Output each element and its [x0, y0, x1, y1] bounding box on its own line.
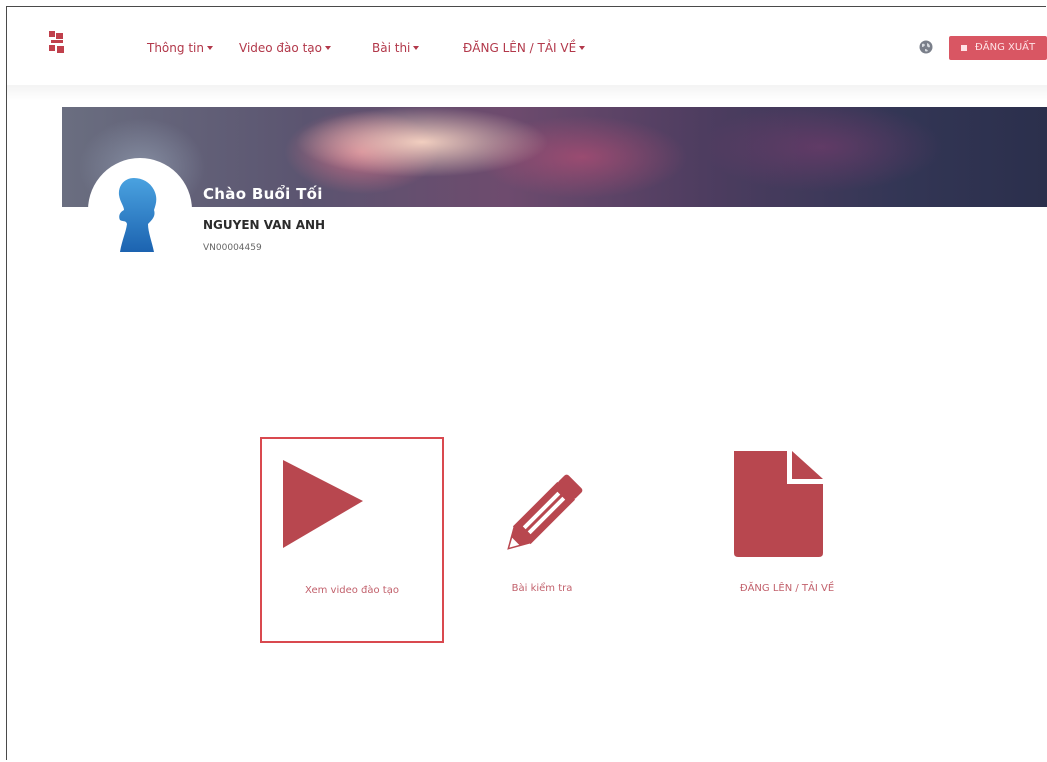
caret-down-icon — [579, 46, 586, 50]
tile-quiz[interactable]: Bài kiểm tra — [450, 437, 634, 643]
tile-upload-download[interactable]: ĐĂNG LÊN / TẢI VỀ — [695, 437, 879, 643]
globe-icon[interactable] — [919, 40, 933, 54]
user-id: VN00004459 — [203, 243, 262, 253]
tile-watch-training-video[interactable]: Xem video đào tạo — [260, 437, 444, 643]
nav-item-thong-tin[interactable]: Thông tin — [147, 41, 213, 55]
navbar-shadow — [7, 85, 1047, 101]
greeting-text: Chào Buổi Tối — [203, 185, 323, 203]
nav-item-label: Bài thi — [372, 41, 411, 55]
top-navbar: Thông tin Video đào tạo Bài thi ĐĂNG LÊN… — [7, 7, 1047, 85]
nav-item-bai-thi[interactable]: Bài thi — [372, 41, 420, 55]
avatar[interactable] — [90, 160, 190, 260]
user-name: NGUYEN VAN ANH — [203, 218, 326, 232]
logo-icon[interactable] — [49, 31, 65, 55]
tile-label: Xem video đào tạo — [305, 585, 399, 596]
caret-down-icon — [206, 46, 213, 50]
pencil-icon — [507, 474, 583, 550]
nav-item-dang-len-tai-ve[interactable]: ĐĂNG LÊN / TẢI VỀ — [463, 41, 586, 55]
play-icon — [283, 460, 363, 548]
caret-down-icon — [413, 46, 420, 50]
logout-label: ĐĂNG XUẤT — [975, 42, 1036, 53]
tile-label: Bài kiểm tra — [511, 583, 573, 594]
nav-item-label: Thông tin — [147, 41, 204, 55]
logout-button[interactable]: ĐĂNG XUẤT — [949, 36, 1047, 60]
app-frame: Thông tin Video đào tạo Bài thi ĐĂNG LÊN… — [6, 6, 1047, 760]
caret-down-icon — [324, 46, 331, 50]
user-silhouette-icon — [118, 178, 157, 252]
nav-item-label: Video đào tạo — [239, 41, 322, 55]
tile-label: ĐĂNG LÊN / TẢI VỀ — [739, 583, 835, 594]
document-icon — [734, 451, 823, 557]
logout-icon — [961, 45, 967, 51]
nav-item-label: ĐĂNG LÊN / TẢI VỀ — [463, 41, 577, 55]
nav-item-video-dao-tao[interactable]: Video đào tạo — [239, 41, 331, 55]
